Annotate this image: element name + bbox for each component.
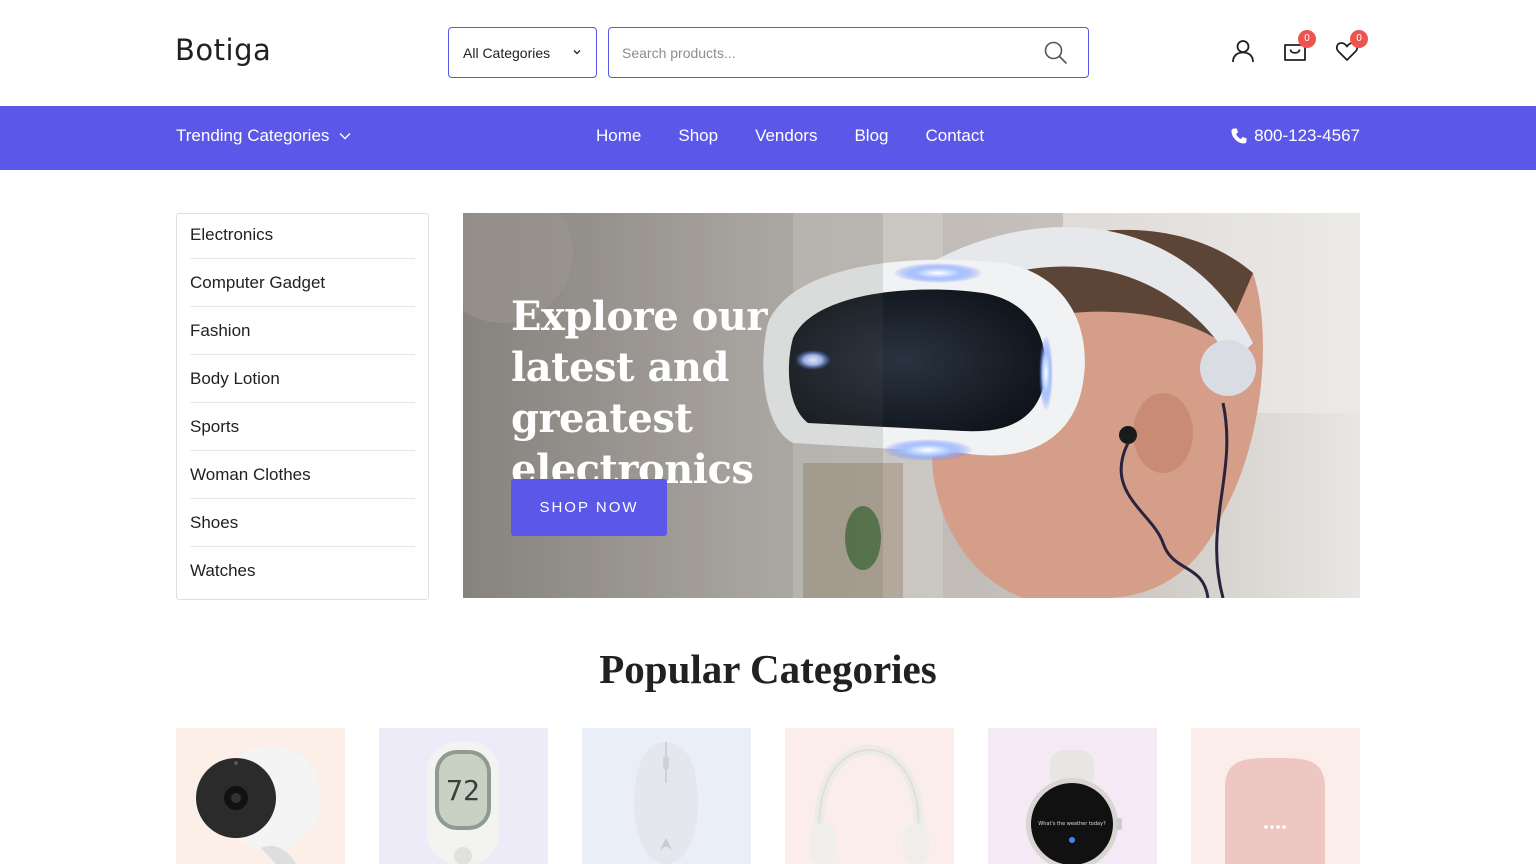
nav-link-blog[interactable]: Blog bbox=[854, 126, 888, 146]
smartwatch-image: What's the weather today? bbox=[988, 728, 1157, 864]
category-card-mouse[interactable] bbox=[582, 728, 751, 864]
nav-link-vendors[interactable]: Vendors bbox=[755, 126, 817, 146]
trending-categories-toggle[interactable]: Trending Categories bbox=[176, 126, 352, 146]
category-select[interactable]: All Categories bbox=[448, 27, 597, 78]
site-header: Botiga All Categories 0 0 bbox=[0, 0, 1536, 106]
nav-link-home[interactable]: Home bbox=[596, 126, 641, 146]
sidebar-item-woman-clothes[interactable]: Woman Clothes bbox=[190, 451, 415, 499]
phone-contact[interactable]: 800-123-4567 bbox=[1230, 126, 1360, 146]
chevron-down-icon bbox=[573, 50, 581, 55]
thermostat-reading: 72 bbox=[446, 774, 480, 807]
main-nav: Trending Categories Home Shop Vendors Bl… bbox=[0, 106, 1536, 170]
search-box bbox=[608, 27, 1089, 78]
site-logo[interactable]: Botiga bbox=[175, 33, 271, 67]
chevron-down-icon bbox=[339, 133, 351, 140]
phone-icon bbox=[1231, 128, 1247, 144]
thermostat-image: 72 bbox=[379, 728, 548, 864]
category-card-smartwatch[interactable]: What's the weather today? bbox=[988, 728, 1157, 864]
sidebar-item-body-lotion[interactable]: Body Lotion bbox=[190, 355, 415, 403]
category-card-thermostat[interactable]: 72 bbox=[379, 728, 548, 864]
hero-title: Explore our latest and greatest electron… bbox=[511, 293, 767, 493]
sidebar-item-electronics[interactable]: Electronics bbox=[190, 211, 415, 259]
smart-speaker-image bbox=[1191, 728, 1360, 864]
wishlist-count-badge: 0 bbox=[1350, 30, 1368, 48]
sidebar-item-shoes[interactable]: Shoes bbox=[190, 499, 415, 547]
sidebar-item-computer-gadget[interactable]: Computer Gadget bbox=[190, 259, 415, 307]
category-select-value: All Categories bbox=[463, 44, 551, 61]
trending-categories-label: Trending Categories bbox=[176, 126, 330, 145]
security-camera-image bbox=[176, 728, 345, 864]
category-card-security-camera[interactable] bbox=[176, 728, 345, 864]
search-input[interactable] bbox=[622, 41, 1022, 65]
nav-link-shop[interactable]: Shop bbox=[678, 126, 718, 146]
shop-now-button[interactable]: SHOP NOW bbox=[511, 479, 667, 536]
category-card-smart-speaker[interactable] bbox=[1191, 728, 1360, 864]
cart-count-badge: 0 bbox=[1298, 30, 1316, 48]
sidebar-item-fashion[interactable]: Fashion bbox=[190, 307, 415, 355]
watch-screen-text: What's the weather today? bbox=[1038, 821, 1106, 827]
sidebar-item-watches[interactable]: Watches bbox=[190, 547, 415, 595]
popular-categories-title: Popular Categories bbox=[599, 646, 937, 692]
mouse-image bbox=[582, 728, 751, 864]
headphones-image bbox=[785, 728, 954, 864]
category-sidebar: Electronics Computer Gadget Fashion Body… bbox=[176, 213, 429, 600]
phone-number: 800-123-4567 bbox=[1254, 126, 1360, 145]
sidebar-item-sports[interactable]: Sports bbox=[190, 403, 415, 451]
nav-link-contact[interactable]: Contact bbox=[925, 126, 984, 146]
category-card-headphones[interactable] bbox=[785, 728, 954, 864]
search-icon[interactable] bbox=[1043, 40, 1068, 65]
hero-banner: Explore our latest and greatest electron… bbox=[463, 213, 1360, 598]
user-icon[interactable] bbox=[1230, 38, 1256, 64]
primary-menu: Home Shop Vendors Blog Contact bbox=[596, 126, 984, 146]
